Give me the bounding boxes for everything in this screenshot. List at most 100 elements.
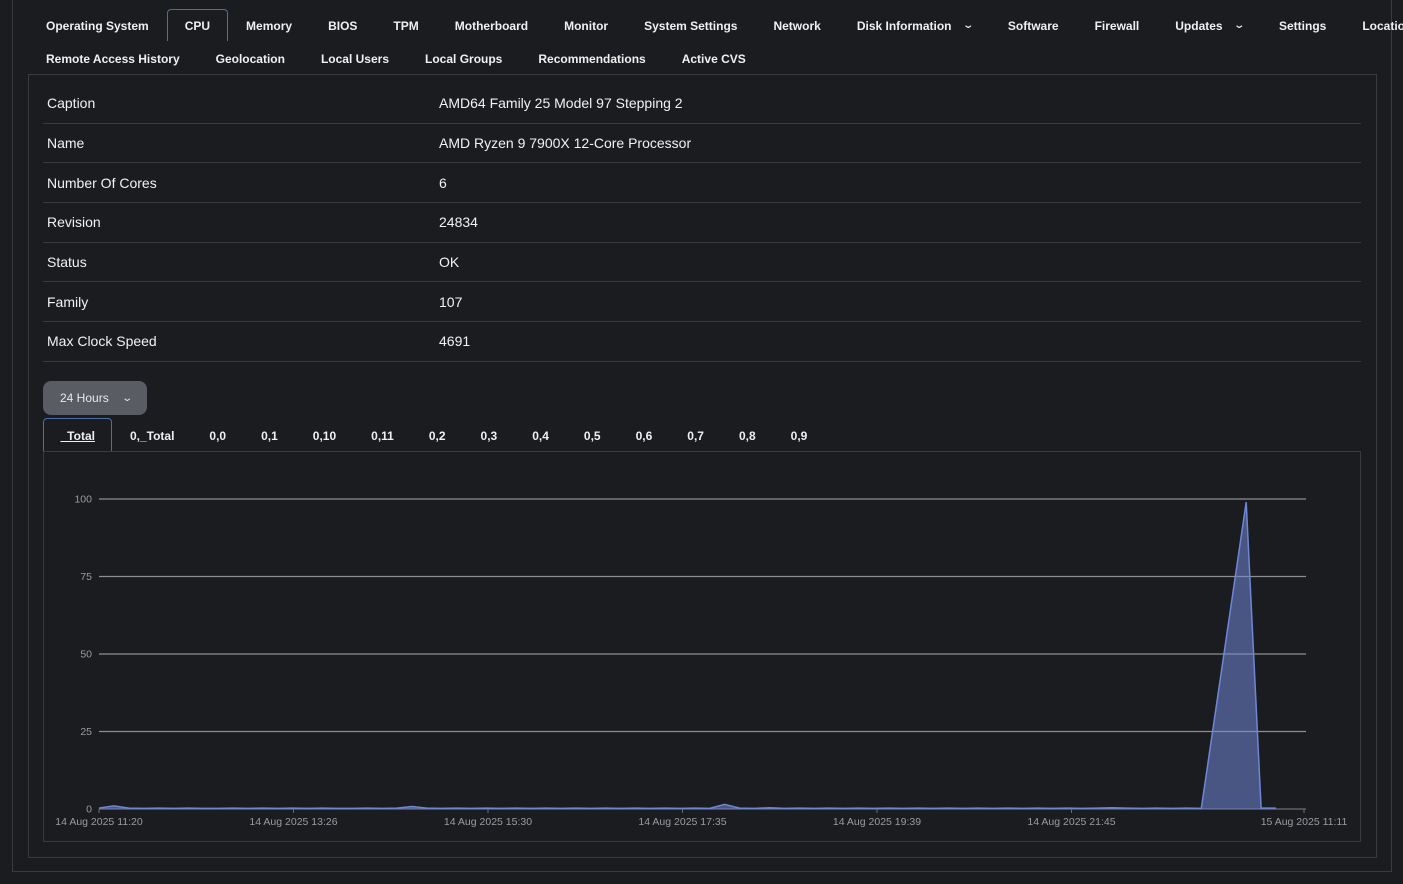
- tab-remote-access-history[interactable]: Remote Access History: [28, 42, 198, 74]
- series-tab-label: 0,3: [480, 428, 498, 443]
- series-tabs: _Total 0,_Total 0,0 0,1 0,10 0,11 0,2 0,3 0,4 0,5…: [43, 418, 825, 452]
- info-row: Status OK: [43, 243, 1361, 283]
- tab-label: Operating System: [46, 18, 149, 33]
- series-line: [98, 501, 1276, 810]
- tab-active-cvs[interactable]: Active CVS: [664, 42, 764, 74]
- nav-tabs-row-1: Operating System CPU Memory BIOS TPM Motherbo…: [28, 9, 1403, 41]
- tab-label: Local Users: [320, 51, 390, 66]
- tab-label: Firewall: [1094, 18, 1140, 33]
- tab-label: Active CVS: [681, 51, 746, 66]
- tab-software[interactable]: Software: [990, 9, 1077, 41]
- series-tab-label: 0,7: [687, 428, 704, 443]
- x-tick-label: 14 Aug 2025 13:26: [249, 816, 337, 828]
- tab-motherboard[interactable]: Motherboard: [437, 9, 546, 41]
- series-tab[interactable]: 0,6: [618, 418, 670, 452]
- tab-bios[interactable]: BIOS: [310, 9, 375, 41]
- y-tick-label: 25: [80, 726, 92, 738]
- x-tick-label: 14 Aug 2025 17:35: [638, 816, 726, 828]
- info-row: Max Clock Speed 4691: [43, 322, 1361, 362]
- tab-label: TPM: [393, 18, 419, 33]
- series-tab[interactable]: 0,8: [721, 418, 773, 452]
- tab-label: Disk Information: [856, 18, 952, 33]
- series-tab[interactable]: 0,3: [463, 418, 515, 452]
- cpu-usage-chart: 0 25 50 75 100 14 Aug 2025 11:20 14 Aug 2025 1…: [43, 451, 1361, 842]
- y-tick-label: 50: [80, 649, 92, 661]
- tab-label: Software: [1007, 18, 1059, 33]
- info-key: Revision: [47, 214, 101, 231]
- y-tick-label: 100: [74, 494, 92, 506]
- tab-system-settings[interactable]: System Settings: [626, 9, 755, 41]
- tab-label: Remote Access History: [46, 51, 180, 66]
- chevron-down-icon: ⌄: [961, 20, 974, 31]
- tab-network[interactable]: Network: [755, 9, 838, 41]
- series-tab-label: 0,5: [583, 428, 601, 443]
- tab-label: System Settings: [644, 18, 738, 33]
- tab-label: Updates: [1175, 18, 1223, 33]
- series-tab-label: 0,_Total: [129, 428, 175, 443]
- x-tick-label: 14 Aug 2025 15:30: [444, 816, 532, 828]
- tab-label: Settings: [1279, 18, 1327, 33]
- tab-local-groups[interactable]: Local Groups: [407, 42, 520, 74]
- info-row: Name AMD Ryzen 9 7900X 12-Core Processor: [43, 124, 1361, 164]
- series-tab[interactable]: 0,4: [515, 418, 567, 452]
- info-key: Number Of Cores: [47, 174, 157, 191]
- tab-operating-system[interactable]: Operating System: [28, 9, 167, 41]
- info-value: 4691: [439, 333, 471, 350]
- tab-updates[interactable]: Updates ⌄: [1157, 9, 1261, 41]
- series-area: [99, 502, 1276, 809]
- series-tab-label: 0,9: [790, 428, 808, 443]
- series-tab-label: 0,1: [261, 428, 278, 443]
- time-range-dropdown[interactable]: 24 Hours ⌄: [43, 381, 147, 415]
- info-row: Number Of Cores 6: [43, 163, 1361, 204]
- series-tab-label: 0,4: [532, 428, 549, 443]
- series-tab-label: 0,0: [209, 428, 227, 443]
- tab-local-users[interactable]: Local Users: [303, 42, 407, 74]
- y-tick-label: 75: [80, 571, 92, 583]
- tab-monitor[interactable]: Monitor: [546, 9, 626, 41]
- info-key: Family: [47, 293, 89, 310]
- tab-label: Local Groups: [425, 51, 503, 66]
- tab-memory[interactable]: Memory: [228, 9, 310, 41]
- chart-svg: 0 25 50 75 100 14 Aug 2025 11:20 14 Aug 2025 1…: [55, 494, 1348, 829]
- info-value: OK: [439, 254, 460, 271]
- x-tick-label: 14 Aug 2025 21:45: [1027, 816, 1115, 828]
- tab-tpm[interactable]: TPM: [375, 9, 436, 41]
- info-value: AMD64 Family 25 Model 97 Stepping 2: [439, 95, 683, 112]
- tab-label: Motherboard: [454, 18, 529, 33]
- tab-location[interactable]: Location: [1344, 9, 1403, 41]
- tab-cpu[interactable]: CPU: [166, 9, 229, 41]
- series-tab[interactable]: 0,9: [773, 418, 825, 452]
- tab-recommendations[interactable]: Recommendations: [520, 42, 663, 74]
- info-row: Family 107: [43, 282, 1361, 323]
- series-tab[interactable]: 0,5: [566, 418, 618, 452]
- time-range-label: 24 Hours: [60, 391, 109, 405]
- info-key: Caption: [47, 95, 96, 112]
- tab-firewall[interactable]: Firewall: [1077, 9, 1158, 41]
- info-key: Max Clock Speed: [47, 333, 157, 350]
- x-tick-label: 15 Aug 2025 11:11: [1261, 816, 1348, 828]
- chevron-down-icon: ⌄: [1232, 20, 1245, 31]
- tab-label: Network: [773, 18, 821, 33]
- tab-disk-information[interactable]: Disk Information ⌄: [839, 9, 990, 41]
- tab-label: Location: [1362, 18, 1403, 33]
- series-tab-label: 0,6: [635, 428, 653, 443]
- series-tab[interactable]: 0,0: [192, 418, 244, 452]
- tab-label: Memory: [246, 18, 293, 33]
- series-tab[interactable]: _Total: [43, 418, 113, 452]
- series-tab[interactable]: 0,2: [411, 418, 463, 452]
- tab-label: CPU: [184, 18, 211, 33]
- y-tick-label: 0: [86, 804, 92, 816]
- tab-geolocation[interactable]: Geolocation: [198, 42, 303, 74]
- series-tab[interactable]: 0,10: [295, 418, 353, 452]
- series-tab[interactable]: 0,1: [244, 418, 296, 452]
- series-tab-label: 0,2: [428, 428, 446, 443]
- tab-label: BIOS: [328, 18, 358, 33]
- series-tab[interactable]: 0,7: [670, 418, 722, 452]
- series-tab[interactable]: 0,11: [354, 418, 412, 452]
- series-tab-label: _Total: [60, 428, 95, 443]
- info-value: AMD Ryzen 9 7900X 12-Core Processor: [439, 135, 692, 152]
- tab-label: Monitor: [564, 18, 609, 33]
- series-tab-label: 0,8: [738, 428, 756, 443]
- series-tab[interactable]: 0,_Total: [112, 418, 191, 452]
- tab-settings[interactable]: Settings: [1261, 9, 1344, 41]
